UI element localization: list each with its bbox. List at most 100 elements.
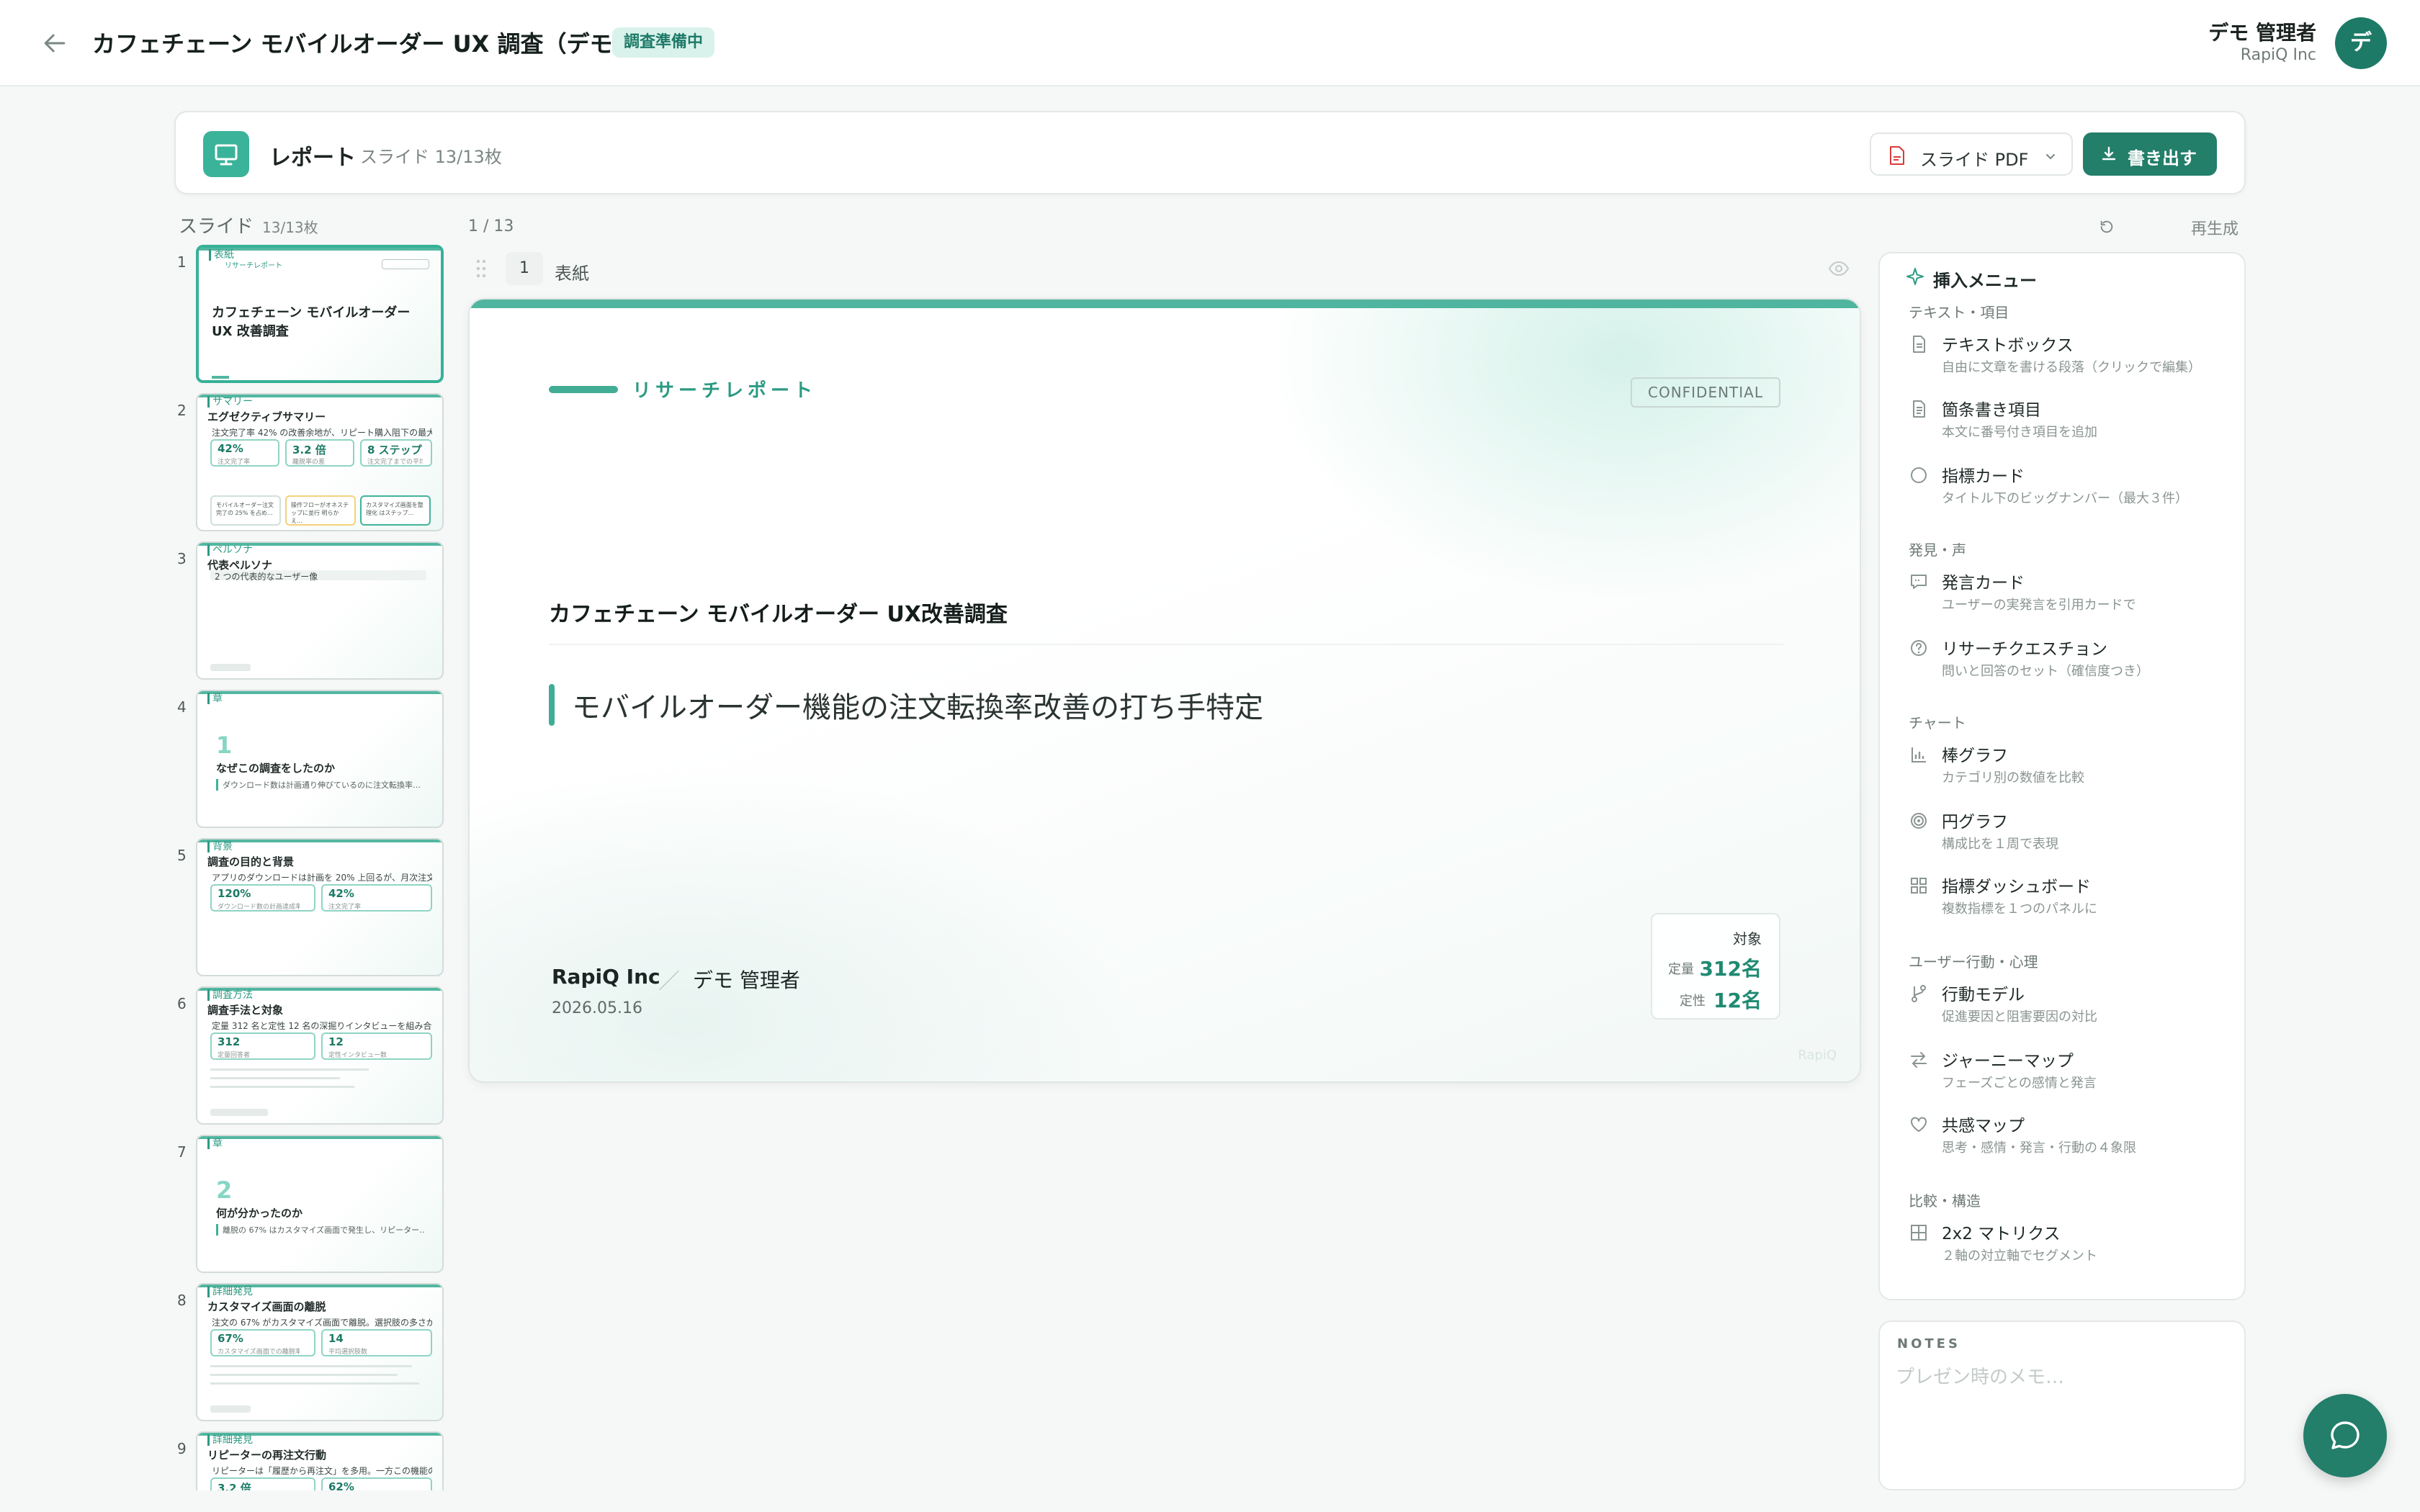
pdf-file-icon xyxy=(1890,146,1904,165)
thumb-title: リピーターの再注文行動 xyxy=(207,1449,327,1462)
insert-group-label: 比較・構造 xyxy=(1909,1192,1981,1210)
insert-behavior-model[interactable]: 行動モデル 促進要因と阻害要因の対比 xyxy=(1901,975,2226,1035)
thumb-subtitle: アプリのダウンロードは計画を 20% 上回るが、月次注文転換率… xyxy=(212,873,432,883)
slide-thumb-summary[interactable]: サマリー エグゼクティブサマリー 注文完了率 42% の改善余地が、リピート購入… xyxy=(196,393,444,531)
insert-menu-panel: 挿入メニュー テキスト・項目 テキストボックス 自由に文章を書ける段落（クリック… xyxy=(1878,252,2246,1300)
slide-thumb-row[interactable]: 3 ペルソナ 代表ペルソナ 2 つの代表的なユーザー像 xyxy=(170,541,451,683)
thumb-metric-label: 注文完了までの平均タ… xyxy=(367,459,423,466)
page-title: カフェチェーン モバイルオーダー UX 調査（デモ） xyxy=(92,30,636,58)
slide-subtitle-accent xyxy=(549,684,555,726)
insert-2x2-matrix[interactable]: 2x2 マトリクス ２軸の対立軸でセグメント xyxy=(1901,1214,2226,1274)
slide-eyebrow-line xyxy=(549,386,618,393)
slide-date[interactable]: 2026.05.16 xyxy=(552,999,642,1017)
thumb-confidential-pill xyxy=(382,259,429,269)
regenerate-button[interactable]: 再生成 xyxy=(2191,216,2238,239)
slide-company[interactable]: RapiQ Inc xyxy=(552,965,660,989)
slide-title[interactable]: カフェチェーン モバイルオーダー UX改善調査 xyxy=(549,596,1008,628)
insert-item-label: リサーチクエスチョン xyxy=(1942,640,2107,659)
thumb-metric-label: ダウンロード数の計画達成率 xyxy=(218,904,300,911)
thumb-text-line xyxy=(210,1077,340,1079)
export-format-select[interactable]: スライド PDF xyxy=(1870,132,2073,176)
export-button[interactable]: 書き出す xyxy=(2083,132,2217,176)
chat-button[interactable] xyxy=(2303,1394,2387,1477)
avatar[interactable]: デ xyxy=(2335,17,2387,69)
thumb-card: カスタマイズ画面を整理化 はステップ… xyxy=(360,495,431,526)
insert-quote-card[interactable]: 発言カード ユーザーの実発言を引用カードで xyxy=(1901,563,2226,624)
thumb-card: 操作フローがオネステップに並行 明らかえ… xyxy=(285,495,356,526)
slide-thumb-method[interactable]: 調査方法 調査手法と対象 定量 312 名と定性 12 名の深掘りインタビューを… xyxy=(196,986,444,1125)
slide-thumb-finding[interactable]: 詳細発見 リピーターの再注文行動 リピーターは「履歴から再注文」を多用。一方この… xyxy=(196,1431,444,1490)
slide-subtitle[interactable]: モバイルオーダー機能の注文転換率改善の打ち手特定 xyxy=(572,684,1263,726)
slide-watermark: RapiQ xyxy=(1798,1048,1837,1063)
slide-index-chip: 1 xyxy=(506,252,543,285)
thumb-subtitle: ダウンロード数は計画通り伸びているのに注文転換率… xyxy=(216,779,425,791)
slide-author[interactable]: デモ 管理者 xyxy=(693,965,800,994)
insert-bar-chart[interactable]: 棒グラフ カテゴリ別の数値を比較 xyxy=(1901,736,2226,796)
report-title: レポート xyxy=(269,145,356,171)
insert-item-label: 指標ダッシュボード xyxy=(1942,878,2091,896)
slide-thumb-chapter[interactable]: 章 2 何が分かったのか 離脱の 67% はカスタマイズ画面で発生し、リピーター… xyxy=(196,1135,444,1273)
insert-group-label: テキスト・項目 xyxy=(1909,304,2009,321)
notes-panel: NOTES xyxy=(1878,1320,2246,1490)
thumb-title: エグゼクティブサマリー xyxy=(207,410,326,423)
slide-thumb-chapter[interactable]: 章 1 なぜこの調査をしたのか ダウンロード数は計画通り伸びているのに注文転換率… xyxy=(196,690,444,828)
insert-metric-card[interactable]: 指標カード タイトル下のビッグナンバー（最大３件） xyxy=(1901,456,2226,517)
slide-thumb-finding[interactable]: 詳細発見 カスタマイズ画面の離脱 注文の 67% がカスタマイズ画面で離脱。選択… xyxy=(196,1283,444,1421)
circle-icon xyxy=(1911,467,1927,483)
thumb-metric: 14 平均選択肢数 xyxy=(321,1329,432,1356)
insert-pie-chart[interactable]: 円グラフ 構成比を１周で表現 xyxy=(1901,802,2226,863)
insert-bullet-item[interactable]: 箇条書き項目 本文に番号付き項目を追加 xyxy=(1901,390,2226,451)
slide-divider xyxy=(549,644,1783,645)
thumb-metric-value: 12 xyxy=(328,1035,344,1048)
insert-item-desc: 促進要因と阻害要因の対比 xyxy=(1942,1009,2097,1025)
slide-thumb-background[interactable]: 背景 調査の目的と背景 アプリのダウンロードは計画を 20% 上回るが、月次注文… xyxy=(196,838,444,976)
slide-canvas[interactable]: リサーチレポート CONFIDENTIAL カフェチェーン モバイルオーダー U… xyxy=(468,298,1861,1083)
slide-thumb-persona[interactable]: ペルソナ 代表ペルソナ 2 つの代表的なユーザー像 xyxy=(196,541,444,680)
slide-thumb-number: 7 xyxy=(177,1143,187,1161)
target-icon xyxy=(1911,813,1927,829)
thumb-subtitle: 離脱の 67% はカスタマイズ画面で発生し、リピーター… xyxy=(216,1224,425,1236)
thumb-metric-value: 3.2 倍 xyxy=(218,1482,251,1490)
top-bar: カフェチェーン モバイルオーダー UX 調査（デモ） 調査準備中 デモ 管理者 … xyxy=(0,0,2420,86)
refresh-icon[interactable] xyxy=(2099,219,2115,235)
slide-thumb-row[interactable]: 9 詳細発見 リピーターの再注文行動 リピーターは「履歴から再注文」を多用。一方… xyxy=(170,1431,451,1490)
slide-eyebrow[interactable]: リサーチレポート xyxy=(632,376,817,402)
document-icon xyxy=(1913,336,1925,353)
insert-textbox[interactable]: テキストボックス 自由に文章を書ける段落（クリックで編集） xyxy=(1901,325,2226,386)
slide-thumb-row[interactable]: 2 サマリー エグゼクティブサマリー 注文完了率 42% の改善余地が、リピート… xyxy=(170,393,451,534)
thumb-title: 調査の目的と背景 xyxy=(207,855,295,868)
insert-item-label: 2x2 マトリクス xyxy=(1942,1225,2061,1243)
back-arrow-icon[interactable] xyxy=(39,27,71,59)
slide-thumb-row[interactable]: 5 背景 調査の目的と背景 アプリのダウンロードは計画を 20% 上回るが、月次… xyxy=(170,838,451,979)
confidential-badge: CONFIDENTIAL xyxy=(1630,377,1780,408)
slide-thumb-row[interactable]: 1 表紙 リサーチレポート カフェチェーン モバイルオーダー UX 改善調査 xyxy=(170,245,451,386)
insert-item-desc: ２軸の対立軸でセグメント xyxy=(1942,1248,2097,1264)
thumb-text-line xyxy=(210,1086,354,1088)
slides-count: 13/13枚 xyxy=(262,219,318,236)
insert-empathy-map[interactable]: 共感マップ 思考・感情・発言・行動の４象限 xyxy=(1901,1106,2226,1166)
slide-thumb-row[interactable]: 6 調査方法 調査手法と対象 定量 312 名と定性 12 名の深掘りインタビュ… xyxy=(170,986,451,1128)
slide-thumb-row[interactable]: 7 章 2 何が分かったのか 離脱の 67% はカスタマイズ画面で発生し、リピー… xyxy=(170,1135,451,1276)
thumb-accent-line xyxy=(212,376,229,379)
notes-input[interactable] xyxy=(1896,1362,2227,1477)
eye-icon[interactable] xyxy=(1828,261,1850,276)
thumb-text-line xyxy=(210,1382,419,1385)
slide-thumbnail-list[interactable]: 1 表紙 リサーチレポート カフェチェーン モバイルオーダー UX 改善調査 2… xyxy=(170,240,451,1490)
thumb-text-line xyxy=(210,1068,369,1071)
insert-research-question[interactable]: リサーチクエスチョン 問いと回答のセット（確信度つき） xyxy=(1901,629,2226,690)
target-audience-card[interactable]: 対象 定量 312名 定性 12名 xyxy=(1651,913,1780,1020)
report-slide-count: スライド 13/13枚 xyxy=(360,147,502,167)
thumb-metric-value: 3.2 倍 xyxy=(292,444,326,456)
slide-thumb-cover[interactable]: 表紙 リサーチレポート カフェチェーン モバイルオーダー UX 改善調査 xyxy=(196,245,444,383)
slide-thumb-row[interactable]: 4 章 1 なぜこの調査をしたのか ダウンロード数は計画通り伸びているのに注文転… xyxy=(170,690,451,831)
qualitative-label: 定性 xyxy=(1680,994,1706,1009)
thumb-metric: 12 定性インタビュー数 xyxy=(321,1032,432,1060)
slide-thumb-row[interactable]: 8 詳細発見 カスタマイズ画面の離脱 注文の 67% がカスタマイズ画面で離脱。… xyxy=(170,1283,451,1424)
thumb-subtitle: 注文の 67% がカスタマイズ画面で離脱。選択肢の多さが心理的… xyxy=(212,1318,432,1328)
slides-heading: スライド xyxy=(179,216,254,238)
drag-handle-icon[interactable] xyxy=(475,258,487,279)
insert-item-label: テキストボックス xyxy=(1942,336,2074,355)
insert-journey-map[interactable]: ジャーニーマップ フェーズごとの感情と発言 xyxy=(1901,1041,2226,1102)
insert-metric-dashboard[interactable]: 指標ダッシュボード 複数指標を１つのパネルに xyxy=(1901,867,2226,927)
thumb-metric-value: 67% xyxy=(218,1332,243,1345)
